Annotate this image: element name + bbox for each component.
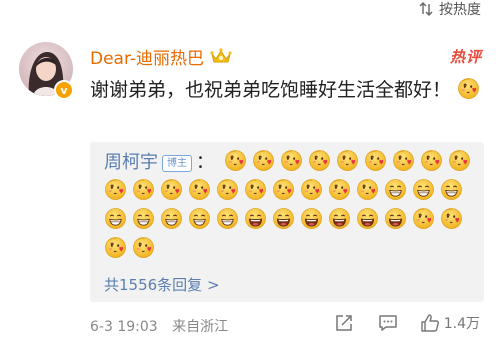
heart-face-emoji-icon xyxy=(160,178,183,201)
crown-badge-icon xyxy=(210,48,232,63)
heart-eyes-emoji-icon xyxy=(457,77,480,100)
heart-face-emoji-icon xyxy=(132,236,155,259)
heart-face-emoji-icon xyxy=(244,178,267,201)
comment-icon xyxy=(378,315,397,331)
heart-face-emoji-icon xyxy=(216,178,239,201)
heart-face-emoji-icon xyxy=(356,178,379,201)
laugh-emoji-icon xyxy=(300,207,323,230)
heart-face-emoji-icon xyxy=(412,207,435,230)
grin-emoji-icon xyxy=(384,178,407,201)
heart-face-emoji-icon xyxy=(104,178,127,201)
grin-emoji-icon xyxy=(104,207,127,230)
like-count: 1.4万 xyxy=(443,316,480,332)
heart-face-emoji-icon xyxy=(188,178,211,201)
heart-face-emoji-icon xyxy=(308,149,331,172)
comment-date: 6-3 19:03 xyxy=(90,319,158,335)
laugh-emoji-icon xyxy=(384,207,407,230)
heart-face-emoji-icon xyxy=(280,149,303,172)
share-button[interactable] xyxy=(334,313,354,333)
heart-face-emoji-icon xyxy=(300,178,323,201)
thumbs-up-icon xyxy=(421,314,439,332)
heart-face-emoji-icon xyxy=(448,149,471,172)
sort-bar: 按热度 xyxy=(0,0,500,22)
sort-label: 按热度 xyxy=(439,2,481,18)
comment-body: 谢谢弟弟，也祝弟弟吃饱睡好生活全都好！ xyxy=(90,79,452,101)
grin-emoji-icon xyxy=(412,178,435,201)
heart-face-emoji-icon xyxy=(132,178,155,201)
reply-box[interactable]: 周柯宇 博主： 共1556条回复 > xyxy=(90,142,484,302)
comment-location: 来自浙江 xyxy=(172,319,229,335)
like-button[interactable]: 1.4万 xyxy=(420,313,480,333)
reply-colon: ： xyxy=(196,152,214,173)
more-replies-link[interactable]: 共1556条回复 > xyxy=(104,274,220,295)
laugh-emoji-icon xyxy=(272,207,295,230)
sort-icon xyxy=(419,2,433,16)
heart-face-emoji-icon xyxy=(252,149,275,172)
heart-face-emoji-icon xyxy=(440,207,463,230)
comment-text: 谢谢弟弟，也祝弟弟吃饱睡好生活全都好！ xyxy=(90,75,485,106)
heart-face-emoji-icon xyxy=(104,236,127,259)
reply-author[interactable]: 周柯宇 xyxy=(104,152,158,173)
grin-emoji-icon xyxy=(440,178,463,201)
sort-by-hot-button[interactable]: 按热度 xyxy=(419,0,481,18)
laugh-emoji-icon xyxy=(244,207,267,230)
heart-face-emoji-icon xyxy=(328,178,351,201)
grin-emoji-icon xyxy=(160,207,183,230)
heart-face-emoji-icon xyxy=(336,149,359,172)
reply-button[interactable] xyxy=(378,313,398,333)
share-icon xyxy=(335,315,352,331)
grin-emoji-icon xyxy=(132,207,155,230)
verified-badge: v xyxy=(54,80,74,100)
comment-card: v Dear-迪丽热巴 热评 谢谢弟弟，也祝弟弟吃饱睡好生活全都好！ 周柯宇 博主… xyxy=(0,30,500,353)
heart-face-emoji-icon xyxy=(364,149,387,172)
laugh-emoji-icon xyxy=(356,207,379,230)
hot-comment-tag: 热评 xyxy=(449,48,482,66)
heart-face-emoji-icon xyxy=(392,149,415,172)
comment-footer: 6-3 19:03 来自浙江 1.4万 xyxy=(90,313,490,336)
grin-emoji-icon xyxy=(216,207,239,230)
username[interactable]: Dear-迪丽热巴 xyxy=(90,44,204,69)
host-badge: 博主 xyxy=(162,155,192,172)
laugh-emoji-icon xyxy=(328,207,351,230)
reply-line: 周柯宇 博主： xyxy=(104,148,476,264)
grin-emoji-icon xyxy=(188,207,211,230)
heart-face-emoji-icon xyxy=(272,178,295,201)
heart-face-emoji-icon xyxy=(224,149,247,172)
heart-face-emoji-icon xyxy=(420,149,443,172)
